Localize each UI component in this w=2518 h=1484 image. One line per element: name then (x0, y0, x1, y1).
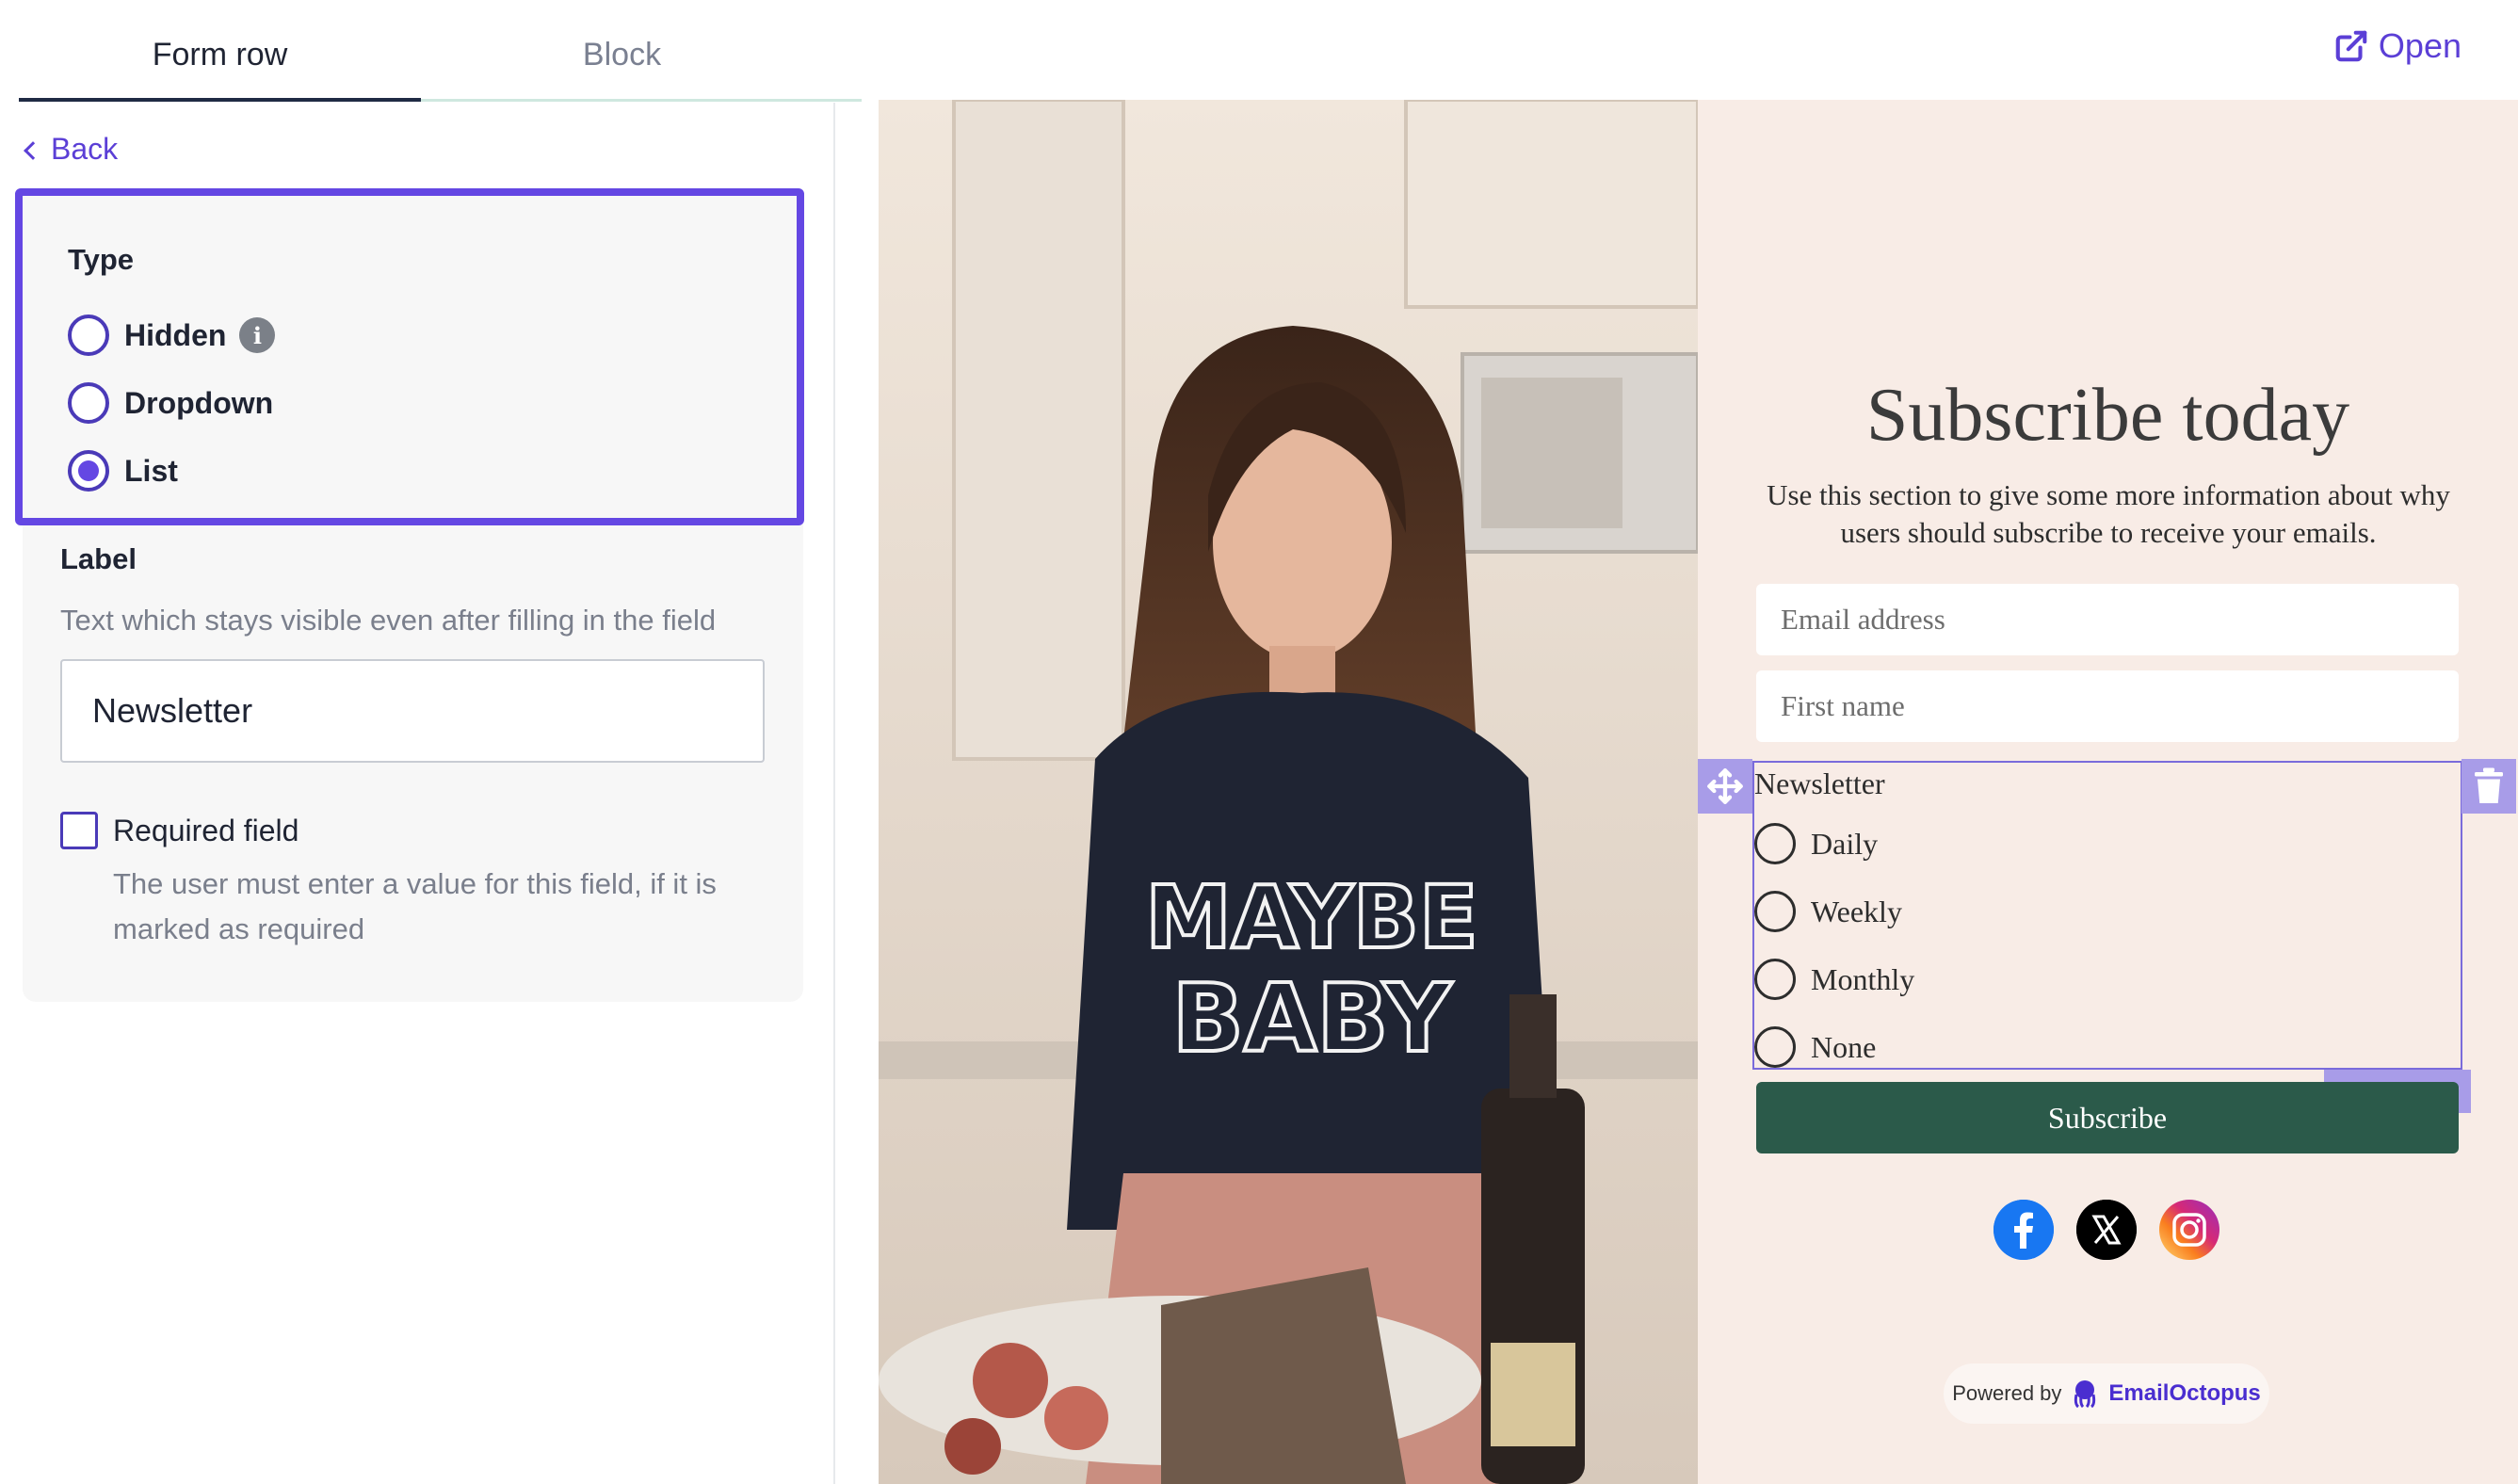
back-link[interactable]: Back (24, 132, 119, 167)
type-section: Type Hidden i Dropdown List (15, 188, 804, 525)
x-link[interactable] (2076, 1200, 2137, 1260)
required-label: Required field (113, 814, 299, 847)
option-label: Monthly (1811, 961, 1915, 996)
sweater-text-line2: BABY (1172, 963, 1453, 1073)
move-handle[interactable] (1698, 759, 1752, 814)
radio-dropdown[interactable] (68, 382, 109, 424)
radio-daily[interactable] (1754, 823, 1796, 864)
type-option-label: List (124, 453, 178, 488)
type-option-label: Hidden (124, 317, 227, 352)
sweater-text-line1: MAYBE (1145, 867, 1478, 968)
newsletter-label: Newsletter (1754, 766, 1885, 800)
newsletter-field-selected[interactable]: Newsletter Daily Weekly Monthly None (1752, 761, 2462, 1070)
tab-divider (421, 99, 862, 102)
required-help-text: The user must enter a value for this fie… (113, 867, 717, 945)
radio-list[interactable] (68, 450, 109, 492)
powered-by-text: Powered by (1952, 1381, 2062, 1405)
info-icon[interactable]: i (239, 317, 276, 353)
option-label: None (1811, 1029, 1877, 1064)
radio-none[interactable] (1754, 1026, 1796, 1068)
tab-block[interactable]: Block (421, 0, 823, 103)
photo-illustration: MAYBE BABY (879, 100, 1698, 1484)
instagram-link[interactable] (2159, 1200, 2219, 1260)
facebook-link[interactable] (1993, 1200, 2054, 1260)
newsletter-option-daily[interactable]: Daily (1754, 823, 1878, 864)
radio-hidden[interactable] (68, 315, 109, 356)
chevron-left-icon (24, 140, 42, 160)
label-input[interactable]: Newsletter (60, 659, 765, 763)
option-label: Weekly (1811, 894, 1902, 928)
newsletter-option-weekly[interactable]: Weekly (1754, 891, 1902, 932)
label-title: Label (60, 542, 137, 575)
brand-name: EmailOctopus (2108, 1380, 2261, 1406)
powered-by-badge[interactable]: Powered by EmailOctopus (1944, 1363, 2269, 1424)
octopus-logo-icon (2074, 1380, 2096, 1408)
option-label: Daily (1811, 826, 1879, 861)
newsletter-option-monthly[interactable]: Monthly (1754, 959, 1914, 1000)
open-label: Open (2378, 26, 2462, 65)
type-option-hidden[interactable]: Hidden i (68, 315, 276, 356)
hero-photo: MAYBE BABY (879, 100, 1698, 1484)
subscribe-button[interactable]: Subscribe (1756, 1082, 2459, 1153)
type-option-dropdown[interactable]: Dropdown (68, 382, 273, 424)
tab-bar: Form row Block (19, 0, 862, 103)
email-field[interactable]: Email address (1756, 584, 2459, 655)
tab-form-row[interactable]: Form row (19, 0, 421, 103)
open-link[interactable]: Open (2333, 26, 2462, 66)
external-link-icon (2335, 30, 2367, 62)
label-help-text: Text which stays visible even after fill… (60, 604, 717, 637)
form-title: Subscribe today (1865, 374, 2350, 457)
back-label: Back (51, 132, 119, 166)
type-option-list[interactable]: List (68, 450, 178, 492)
radio-monthly[interactable] (1754, 959, 1796, 1000)
x-icon (2076, 1200, 2137, 1260)
first-name-field[interactable]: First name (1756, 670, 2459, 742)
panel-divider (833, 103, 835, 1484)
facebook-icon (1993, 1200, 2054, 1260)
instagram-icon (2159, 1200, 2219, 1260)
move-arrows-icon (1707, 768, 1743, 804)
type-title: Type (68, 243, 135, 276)
form-description: Use this section to give some more infor… (1767, 478, 2450, 549)
type-option-label: Dropdown (124, 385, 274, 420)
form-preview: Subscribe today Use this section to give… (1698, 100, 2518, 1484)
active-tab-indicator (19, 98, 421, 102)
trash-icon (2475, 767, 2503, 803)
required-checkbox[interactable] (60, 812, 98, 849)
newsletter-option-none[interactable]: None (1754, 1026, 1876, 1068)
radio-weekly[interactable] (1754, 891, 1796, 932)
delete-field-button[interactable] (2462, 759, 2516, 814)
